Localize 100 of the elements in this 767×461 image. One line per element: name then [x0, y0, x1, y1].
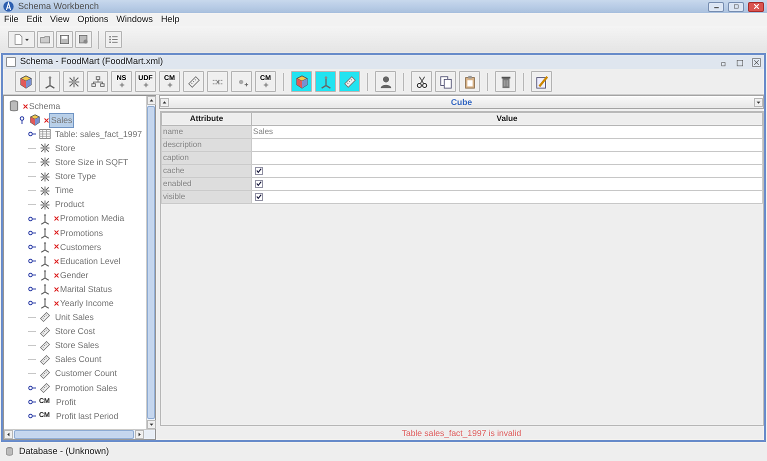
dimension-icon — [39, 212, 51, 225]
toolbar-button[interactable] — [63, 71, 84, 92]
table-icon — [39, 128, 51, 140]
collapsed-handle-icon[interactable] — [28, 130, 36, 138]
star-schema-icon — [66, 74, 80, 88]
scroll-left-button[interactable] — [4, 430, 13, 439]
toolbar-button[interactable] — [411, 71, 432, 92]
save-icon — [59, 34, 70, 45]
checkbox[interactable] — [255, 166, 263, 175]
star-schema-icon — [39, 142, 51, 154]
toolbar-button[interactable] — [459, 71, 480, 92]
menu-item[interactable]: Help — [160, 12, 180, 26]
tree-item[interactable]: Sales Count — [54, 353, 102, 366]
frame-icon — [6, 57, 16, 67]
tree-item[interactable]: Customers — [59, 240, 102, 254]
tree-item[interactable]: Customer Count — [54, 367, 118, 380]
value-cell[interactable]: Sales — [252, 126, 762, 138]
database-icon — [5, 445, 14, 458]
toolbar-button[interactable] — [375, 71, 396, 92]
toolbar-button[interactable] — [87, 71, 108, 92]
collapsed-handle-icon[interactable] — [28, 412, 36, 420]
collapsed-handle-icon[interactable] — [28, 398, 36, 406]
close-button[interactable] — [748, 2, 764, 12]
tree-item[interactable]: Store Size in SQFT — [54, 156, 130, 169]
star-schema-icon — [39, 156, 51, 168]
ruler-icon — [39, 340, 51, 352]
tree-item[interactable]: Marital Status — [59, 282, 113, 296]
error-message: Table sales_fact_1997 is invalid — [400, 427, 522, 440]
maximize-icon[interactable] — [736, 58, 745, 66]
plus-icon — [118, 82, 124, 88]
collapsed-handle-icon[interactable] — [28, 285, 36, 294]
tree-item[interactable]: Promotions — [59, 226, 104, 240]
collapsed-handle-icon[interactable] — [28, 214, 36, 223]
tree-item[interactable]: Store Type — [54, 170, 97, 183]
tree-item[interactable]: Gender — [59, 268, 90, 282]
collapsed-handle-icon[interactable] — [28, 257, 36, 266]
toolbar-button[interactable] — [105, 31, 122, 48]
dimension-icon — [318, 74, 332, 88]
new-document-icon — [13, 34, 24, 45]
panel-title: Cube — [450, 96, 474, 108]
tree-item[interactable]: Promotion Media — [59, 212, 126, 226]
checkbox[interactable] — [255, 192, 263, 201]
status-text: Database - (Unknown) — [19, 444, 110, 458]
tree-item[interactable]: Store Sales — [54, 339, 100, 352]
toolbar-button[interactable] — [435, 71, 456, 92]
database-icon — [8, 100, 20, 112]
collapsed-handle-icon[interactable] — [28, 299, 36, 308]
ruler-icon — [39, 382, 51, 394]
toolbar-button[interactable] — [531, 71, 552, 92]
tree-item[interactable]: Store — [54, 142, 76, 155]
tree-item[interactable]: Promotion Sales — [54, 382, 118, 394]
scroll-up-button[interactable] — [147, 96, 156, 105]
column-header: Value — [252, 112, 762, 126]
scroll-right-button[interactable] — [135, 430, 144, 439]
toolbar-button[interactable] — [56, 31, 73, 48]
up-arrow-icon — [162, 100, 167, 104]
attribute-cell: name — [162, 126, 252, 138]
tree-item[interactable]: Yearly Income — [59, 296, 115, 310]
plus-icon — [166, 82, 172, 88]
tree-item[interactable]: Product — [54, 198, 86, 212]
close-icon — [752, 2, 760, 11]
tree-item[interactable]: Schema — [28, 100, 62, 112]
menu-item[interactable]: Options — [77, 12, 108, 26]
attribute-cell: enabled — [162, 178, 252, 190]
toolbar-button[interactable] — [15, 71, 36, 92]
cube-icon — [294, 74, 308, 88]
scissors-icon — [414, 74, 428, 88]
dimension-icon — [42, 74, 56, 88]
tree-item[interactable]: Unit Sales — [54, 311, 95, 324]
menu-item[interactable]: Edit — [26, 12, 42, 26]
tree-item[interactable]: Table: sales_fact_1997 — [54, 128, 143, 141]
tree-item[interactable]: Profit last Period — [55, 410, 120, 422]
collapsed-handle-icon[interactable] — [28, 228, 36, 237]
toolbar-button[interactable] — [39, 71, 60, 92]
toolbar-button[interactable] — [495, 71, 516, 92]
collapse-button[interactable] — [160, 98, 169, 106]
ruler-icon — [186, 74, 200, 88]
tree-item[interactable]: Education Level — [59, 254, 122, 268]
tree-item[interactable]: Store Cost — [54, 325, 96, 338]
dimension-icon — [39, 255, 51, 268]
dropdown-button[interactable] — [754, 98, 763, 106]
checkbox[interactable] — [255, 180, 263, 188]
collapsed-handle-icon[interactable] — [28, 384, 36, 392]
attribute-cell: visible — [162, 190, 252, 204]
minimize-button[interactable] — [708, 2, 724, 12]
tree-item[interactable]: Time — [54, 184, 75, 197]
collapsed-handle-icon[interactable] — [28, 242, 36, 251]
collapsed-handle-icon[interactable] — [28, 271, 36, 280]
restore-button[interactable] — [728, 2, 744, 12]
menu-item[interactable]: File — [4, 12, 19, 26]
menu-item[interactable]: Windows — [116, 12, 153, 26]
folder-icon — [40, 34, 51, 45]
scroll-down-button[interactable] — [147, 420, 156, 429]
expanded-handle-icon[interactable] — [18, 116, 26, 124]
close-icon[interactable] — [752, 58, 761, 66]
ruler-icon — [342, 74, 356, 88]
tree-item[interactable]: Sales — [49, 112, 74, 128]
tree-item[interactable]: Profit — [55, 396, 77, 408]
menu-item[interactable]: View — [50, 12, 70, 26]
dimension-icon — [39, 269, 51, 282]
